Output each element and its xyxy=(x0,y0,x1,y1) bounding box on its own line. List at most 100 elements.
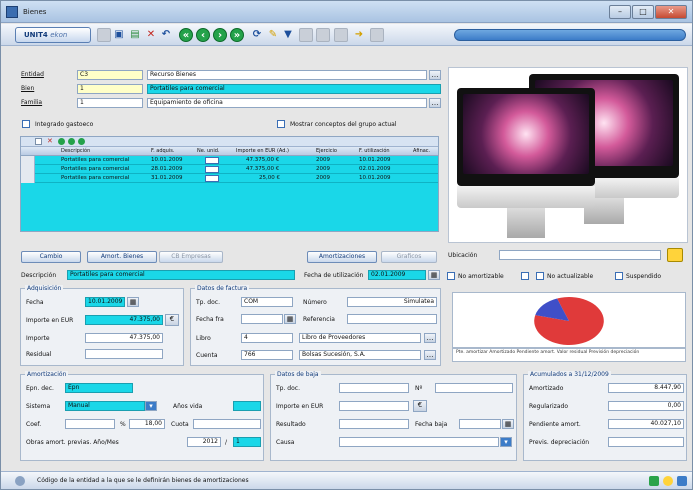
row-selector[interactable] xyxy=(21,156,35,165)
amo-coef-field[interactable] xyxy=(65,419,115,429)
entidad-code-field[interactable]: C3 xyxy=(77,70,143,80)
filter-icon[interactable]: ▼ xyxy=(281,28,295,42)
folder-icon[interactable]: ➜ xyxy=(352,28,366,42)
search-icon[interactable]: ✎ xyxy=(266,28,280,42)
baja-causa-dropdown-icon[interactable]: ▾ xyxy=(500,437,512,447)
first-record-icon[interactable]: « xyxy=(179,28,193,42)
disabled-tool-2-icon[interactable] xyxy=(316,28,330,42)
grid-next-icon[interactable] xyxy=(78,138,85,145)
fac-libro-name-field[interactable]: Libro de Proveedores xyxy=(299,333,421,343)
grid-delete-icon[interactable]: ✕ xyxy=(47,137,53,145)
fac-tpdoc-field[interactable]: COM xyxy=(241,297,293,307)
bienes-grid[interactable]: ✕ Descripción F. adquis. Ne. unid. Impor… xyxy=(20,136,439,232)
amo-anos-field[interactable] xyxy=(233,401,261,411)
bien-name-field[interactable]: Portatiles para comercial xyxy=(147,84,441,94)
no-actualizable-checkbox-a[interactable] xyxy=(521,272,529,280)
cell-unid-checkbox[interactable] xyxy=(205,175,219,182)
save-icon[interactable]: ▣ xyxy=(112,28,126,42)
familia-code-field[interactable]: 1 xyxy=(77,98,143,108)
amo-cuota-field[interactable] xyxy=(193,419,261,429)
fecha-utilizacion-field[interactable]: 02.01.2009 xyxy=(368,270,426,280)
amo-sistema-dropdown-icon[interactable]: ▾ xyxy=(145,401,157,411)
baja-tpdoc-field[interactable] xyxy=(339,383,409,393)
status-green-icon[interactable] xyxy=(649,476,659,486)
baja-calendar-icon[interactable]: ▦ xyxy=(502,419,514,429)
descripcion-field[interactable]: Portatiles para comercial xyxy=(67,270,295,280)
fac-cuenta-lookup-icon[interactable]: … xyxy=(424,350,436,360)
status-star-icon[interactable] xyxy=(663,476,673,486)
amo-otras-year-field[interactable]: 2012 xyxy=(187,437,221,447)
no-actualizable-checkbox[interactable] xyxy=(536,272,544,280)
cell-unid-checkbox[interactable] xyxy=(205,157,219,164)
fac-libro-lookup-icon[interactable]: … xyxy=(424,333,436,343)
no-amortizable-checkbox[interactable] xyxy=(447,272,455,280)
currency-icon[interactable]: € xyxy=(165,314,179,326)
fac-libro-field[interactable]: 4 xyxy=(241,333,293,343)
col-descripcion[interactable]: Descripción xyxy=(61,148,90,154)
adq-calendar-icon[interactable]: ▦ xyxy=(127,297,139,307)
amortizaciones-button[interactable]: Amortizaciones xyxy=(307,251,377,263)
close-window-button[interactable]: ✕ xyxy=(655,5,687,19)
fac-numero-field[interactable]: Simulatea xyxy=(347,297,437,307)
grid-new-icon[interactable] xyxy=(35,138,42,145)
disabled-tool-4-icon[interactable] xyxy=(370,28,384,42)
row-selector[interactable] xyxy=(21,174,35,183)
baja-fecha-field[interactable] xyxy=(459,419,501,429)
ubicacion-field[interactable] xyxy=(499,250,661,260)
cell-unid-checkbox[interactable] xyxy=(205,166,219,173)
amo-epn-field[interactable]: Epn xyxy=(65,383,133,393)
disabled-tool-1-icon[interactable] xyxy=(299,28,313,42)
disabled-tool-3-icon[interactable] xyxy=(334,28,348,42)
amort-bienes-button[interactable]: Amort. Bienes xyxy=(87,251,157,263)
fac-cuenta-field[interactable]: 766 xyxy=(241,350,293,360)
baja-importe-field[interactable] xyxy=(339,401,409,411)
table-row[interactable]: Portatiles para comercial 10.01.2009 47.… xyxy=(21,156,438,165)
grid-first-icon[interactable] xyxy=(58,138,65,145)
adq-residual-field[interactable] xyxy=(85,349,163,359)
fac-calendar-icon[interactable]: ▦ xyxy=(284,314,296,324)
baja-resultado-field[interactable] xyxy=(339,419,409,429)
col-ejercicio[interactable]: Ejercicio xyxy=(316,148,337,154)
graficos-button[interactable]: Graficos xyxy=(381,251,437,263)
maximize-button[interactable]: □ xyxy=(632,5,654,19)
calendar-icon[interactable]: ▦ xyxy=(428,270,440,280)
undo-icon[interactable]: ↶ xyxy=(159,28,173,42)
entidad-name-field[interactable]: Recurso Bienes xyxy=(147,70,427,80)
previous-record-icon[interactable]: ‹ xyxy=(196,28,210,42)
row-selector[interactable] xyxy=(21,165,35,174)
col-futil[interactable]: F. utilización xyxy=(359,148,390,154)
bien-code-field[interactable]: 1 xyxy=(77,84,143,94)
adq-fecha-field[interactable]: 10.01.2009 xyxy=(85,297,125,307)
unit4-menu-button[interactable]: UNIT4 ekon xyxy=(15,27,91,43)
baja-currency-icon[interactable]: € xyxy=(413,400,427,412)
integrado-checkbox[interactable] xyxy=(22,120,30,128)
col-unid[interactable]: Ne. unid. xyxy=(197,148,220,154)
table-row[interactable]: Portatiles para comercial 31.01.2009 25,… xyxy=(21,174,438,183)
delete-icon[interactable]: ✕ xyxy=(144,28,158,42)
cambio-button[interactable]: Cambio xyxy=(21,251,81,263)
amo-otras-num-field[interactable]: 1 xyxy=(233,437,261,447)
col-fadquis[interactable]: F. adquis. xyxy=(151,148,174,154)
adq-importe2-field[interactable]: 47.375,00 xyxy=(85,333,163,343)
col-importe[interactable]: Importe en EUR (Ad.) xyxy=(236,148,289,154)
next-record-icon[interactable]: › xyxy=(213,28,227,42)
new-icon[interactable] xyxy=(97,28,111,42)
status-blue-icon[interactable] xyxy=(677,476,687,486)
last-record-icon[interactable]: » xyxy=(230,28,244,42)
adq-importe-field[interactable]: 47.375,00 xyxy=(85,315,163,325)
familia-name-field[interactable]: Equipamiento de oficina xyxy=(147,98,427,108)
mostrar-checkbox[interactable] xyxy=(277,120,285,128)
minimize-button[interactable]: – xyxy=(609,5,631,19)
familia-lookup-icon[interactable]: … xyxy=(429,98,441,108)
refresh-icon[interactable]: ⟳ xyxy=(250,28,264,42)
cb-empresas-button[interactable]: CB Empresas xyxy=(159,251,223,263)
export-icon[interactable]: ▤ xyxy=(128,28,142,42)
grid-prev-icon[interactable] xyxy=(68,138,75,145)
amo-sistema-field[interactable]: Manual xyxy=(65,401,145,411)
fac-referencia-field[interactable] xyxy=(347,314,437,324)
fac-fecha-field[interactable] xyxy=(241,314,283,324)
col-afinac[interactable]: Afinac. xyxy=(413,148,430,154)
baja-nf-field[interactable] xyxy=(435,383,513,393)
ubicacion-edit-icon[interactable] xyxy=(667,248,683,262)
fac-cuenta-name-field[interactable]: Bolsas Sucesión, S.A. xyxy=(299,350,421,360)
